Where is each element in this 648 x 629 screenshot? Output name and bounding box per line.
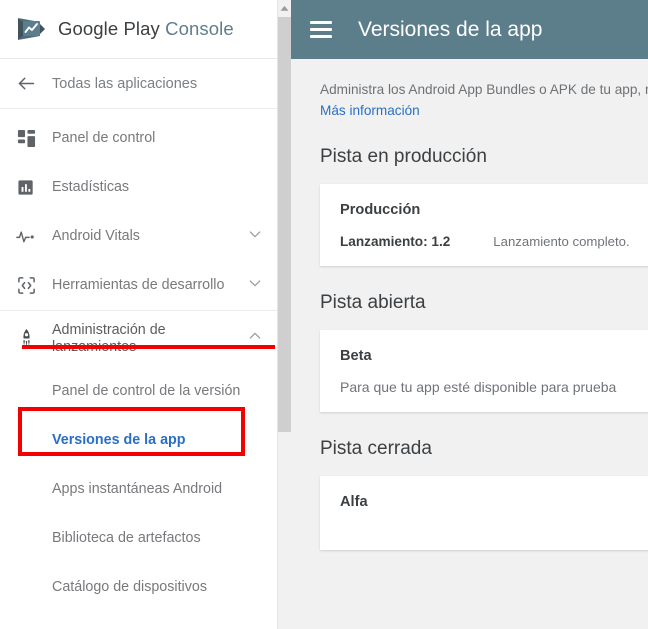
scroll-up-arrow-icon[interactable] (278, 0, 291, 17)
beta-card[interactable]: Beta Para que tu app esté disponible par… (320, 330, 648, 412)
sidebar-item-app-releases[interactable]: Versiones de la app (0, 415, 277, 464)
beta-card-description: Para que tu app esté disponible para pru… (340, 379, 617, 395)
beta-card-title: Beta (340, 348, 372, 364)
brand-name-primary: Google Play (58, 18, 160, 39)
sidebar: Google Play Console Todas las aplicacion… (0, 0, 277, 629)
sidebar-item-dashboard-label: Panel de control (52, 130, 156, 146)
sidebar-item-dev-tools-label: Herramientas de desarrollo (52, 277, 225, 293)
brand-title: Google Play Console (58, 18, 234, 40)
track-production: Pista en producción Producción Lanzamien… (291, 146, 648, 266)
sidebar-item-dev-tools[interactable]: Herramientas de desarrollo (0, 261, 277, 310)
page-intro: Administra los Android App Bundles o APK… (291, 59, 648, 120)
hamburger-menu-icon[interactable] (310, 17, 332, 42)
sidebar-item-android-vitals[interactable]: Android Vitals (0, 212, 277, 261)
bar-chart-icon (13, 178, 39, 197)
alpha-card-title: Alfa (340, 494, 368, 510)
main-content: Versiones de la app Administra los Andro… (291, 0, 648, 629)
sidebar-item-android-instant-apps[interactable]: Apps instantáneas Android (0, 464, 277, 513)
sidebar-item-release-management-label: Administración de lanzamientos (52, 321, 166, 355)
production-release-state: Lanzamiento completo. (493, 234, 630, 249)
sidebar-item-android-vitals-label: Android Vitals (52, 228, 140, 244)
track-open-title: Pista abierta (320, 292, 426, 313)
app-topbar: Versiones de la app (291, 0, 648, 59)
more-info-link[interactable]: Más información (320, 103, 420, 118)
sidebar-item-release-dashboard[interactable]: Panel de control de la versión (0, 366, 277, 415)
code-brackets-icon (13, 276, 39, 295)
sidebar-item-android-instant-apps-label: Apps instantáneas Android (52, 480, 223, 497)
track-closed-title: Pista cerrada (320, 438, 432, 459)
all-applications-back[interactable]: Todas las aplicaciones (0, 59, 277, 109)
sidebar-item-release-management[interactable]: Administración de lanzamientos (0, 310, 277, 366)
chevron-down-icon[interactable] (247, 275, 263, 296)
pulse-icon (13, 227, 39, 246)
google-play-console-logo-icon (14, 14, 48, 44)
all-applications-label: Todas las aplicaciones (52, 75, 198, 92)
sidebar-item-statistics[interactable]: Estadísticas (0, 163, 277, 212)
sidebar-item-dashboard[interactable]: Panel de control (0, 114, 277, 163)
arrow-left-icon (12, 73, 40, 94)
sidebar-item-artifact-library-label: Biblioteca de artefactos (52, 529, 201, 546)
page-description: Administra los Android App Bundles o APK… (320, 82, 648, 97)
sidebar-item-app-releases-label: Versiones de la app (52, 431, 186, 448)
production-card[interactable]: Producción Lanzamiento: 1.2 Lanzamiento … (320, 184, 648, 266)
sidebar-item-device-catalog[interactable]: Catálogo de dispositivos (0, 562, 277, 611)
sidebar-item-app-signing[interactable]: Firma de apps (0, 611, 277, 629)
brand-name-secondary: Console (165, 18, 234, 39)
brand-header[interactable]: Google Play Console (0, 0, 277, 59)
sidebar-item-device-catalog-label: Catálogo de dispositivos (52, 578, 207, 595)
sidebar-item-statistics-label: Estadísticas (52, 179, 130, 195)
sidebar-item-artifact-library[interactable]: Biblioteca de artefactos (0, 513, 277, 562)
production-card-row: Lanzamiento: 1.2 Lanzamiento completo. 1 (340, 234, 648, 249)
production-release-label: Lanzamiento: 1.2 (340, 234, 451, 249)
page-title: Versiones de la app (358, 17, 543, 41)
sidebar-item-release-dashboard-label: Panel de control de la versión (52, 382, 241, 399)
alpha-card[interactable]: Alfa (320, 476, 648, 550)
track-closed: Pista cerrada Alfa (291, 438, 648, 550)
sidebar-nav-list: Panel de control Estadísticas Android Vi… (0, 109, 277, 629)
scrollbar-thumb[interactable] (278, 17, 291, 432)
track-production-title: Pista en producción (320, 146, 487, 167)
production-card-title: Producción (340, 202, 421, 218)
app-root: Google Play Console Todas las aplicacion… (0, 0, 648, 629)
chevron-down-icon[interactable] (247, 226, 263, 247)
annotation-underline (22, 345, 275, 349)
sidebar-scrollbar[interactable] (277, 0, 291, 629)
dashboard-icon (13, 129, 39, 148)
track-open: Pista abierta Beta Para que tu app esté … (291, 292, 648, 412)
